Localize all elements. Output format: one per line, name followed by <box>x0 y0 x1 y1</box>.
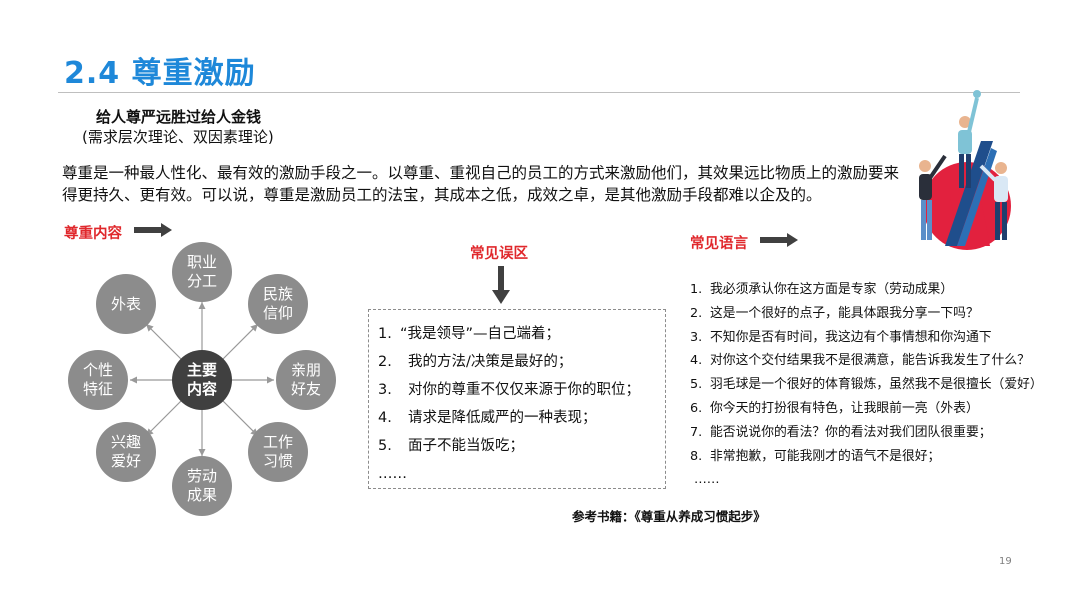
diagram-node-personality: 个性 特征 <box>68 350 128 410</box>
list-item: 5. 面子不能当饭吃； <box>378 438 524 454</box>
list-item: 4. 对你这个交付结果我不是很满意，能告诉我发生了什么？ <box>690 353 1030 369</box>
diagram-center-node: 主要 内容 <box>172 350 232 410</box>
list-item: 2. 这是一个很好的点子，能具体跟我分享一下吗？ <box>690 305 979 321</box>
diagram-node-results: 劳动 成果 <box>172 456 232 516</box>
list-item: 1. 我必须承认你在这方面是专家（劳动成果） <box>690 282 954 297</box>
list-item: 2. 我的方法/决策是最好的； <box>378 354 573 370</box>
misconceptions-header: 常见误区 <box>470 246 528 262</box>
diagram-node-appearance: 外表 <box>96 274 156 334</box>
list-more: …… <box>378 466 407 482</box>
diagram-node-family: 亲朋 好友 <box>276 350 336 410</box>
list-item: 1. “我是领导”—自己端着； <box>378 326 561 342</box>
list-item: 6. 你今天的打扮很有特色，让我眼前一亮（外表） <box>690 400 979 416</box>
misconceptions-list: 1. “我是领导”—自己端着； 2. 我的方法/决策是最好的； 3. 对你的尊重不仅仅… <box>378 320 640 488</box>
diagram-node-career: 职业 分工 <box>172 242 232 302</box>
list-item: 3. 不知你是否有时间，我这边有个事情想和你沟通下 <box>690 329 992 345</box>
diagram-node-habits: 工作 习惯 <box>248 422 308 482</box>
list-item: 4. 请求是降低威严的一种表现； <box>378 410 597 426</box>
list-more: …… <box>694 472 720 488</box>
list-item: 5. 羽毛球是一个很好的体育锻炼，虽然我不是很擅长（爱好） <box>690 377 1043 393</box>
right-arrow-icon <box>760 233 798 247</box>
list-item: 8. 非常抱歉，可能我刚才的语气不是很好； <box>690 448 941 464</box>
diagram-node-hobbies: 兴趣 爱好 <box>96 422 156 482</box>
list-item: 7. 能否说说你的看法？你的看法对我们团队很重要； <box>690 424 992 440</box>
diagram-node-belief: 民族 信仰 <box>248 274 308 334</box>
reference-book: 参考书籍：《尊重从养成习惯起步》 <box>572 509 766 524</box>
phrases-header: 常见语言 <box>690 236 748 252</box>
page-number: 19 <box>999 556 1012 567</box>
down-arrow-icon <box>492 266 510 304</box>
list-item: 3. 对你的尊重不仅仅来源于你的职位； <box>378 382 640 398</box>
phrases-list: 1. 我必须承认你在这方面是专家（劳动成果） 2. 这是一个很好的点子，能具体跟我分… <box>690 278 1043 492</box>
